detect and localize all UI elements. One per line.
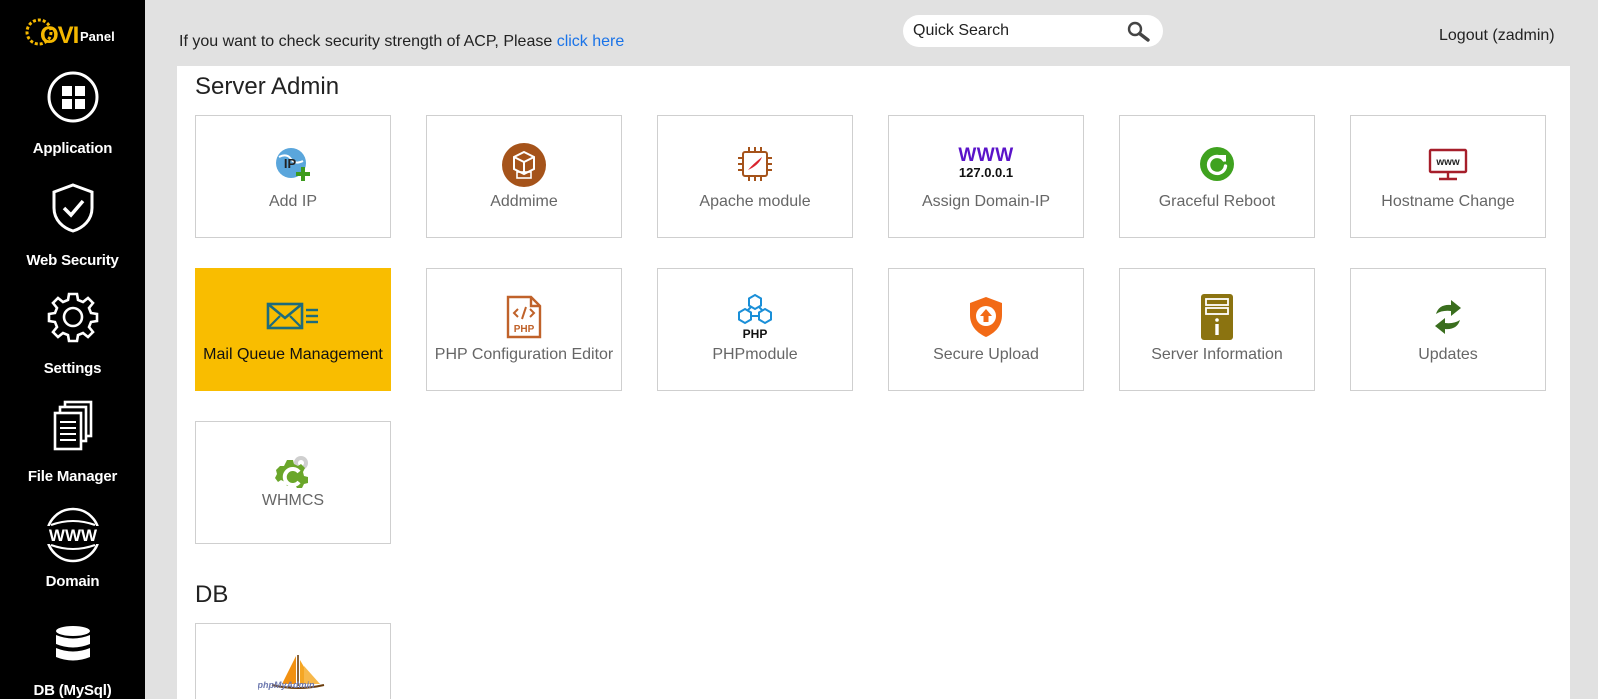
- section-title-db: DB: [195, 581, 229, 608]
- tile-updates[interactable]: Updates: [1350, 268, 1546, 391]
- tile-label: Hostname Change: [1381, 193, 1515, 210]
- svg-text:WWW: WWW: [48, 526, 97, 545]
- tile-label: Graceful Reboot: [1158, 193, 1276, 210]
- sidebar-item-label: Settings: [43, 360, 102, 377]
- tile-label: Server Information: [1151, 346, 1283, 363]
- tile-assign-domain-ip[interactable]: WWW 127.0.0.1 Assign Domain-IP: [888, 115, 1084, 238]
- shield-check-icon: [52, 183, 93, 233]
- tile-label: PHPmodule: [712, 346, 798, 363]
- logout-link[interactable]: Logout (zadmin): [1439, 27, 1555, 45]
- logo-subtext: Panel: [80, 29, 115, 44]
- sidebar-item-label: Application: [32, 140, 113, 157]
- sidebar-item-web-security[interactable]: Web Security: [0, 182, 145, 269]
- www-icon: WWW: [44, 507, 101, 563]
- sidebar-item-label: Web Security: [26, 252, 119, 269]
- tile-add-ip[interactable]: IP Add IP: [195, 115, 391, 238]
- tile-server-information[interactable]: Server Information: [1119, 268, 1315, 391]
- secure-upload-icon: [970, 297, 1002, 337]
- updates-icon: [1435, 300, 1461, 334]
- www-ip-icon-top: WWW: [958, 145, 1014, 166]
- grid-icon: [47, 71, 98, 123]
- logo-text: OVI: [40, 22, 79, 49]
- section-title-server-admin: Server Admin: [195, 73, 340, 100]
- tile-label: Assign Domain-IP: [921, 193, 1051, 210]
- monitor-www-icon-text: www: [1435, 157, 1460, 168]
- phpmyadmin-icon: phpMyAdmin: [258, 655, 325, 690]
- tile-hostname-change[interactable]: www Hostname Change: [1350, 115, 1546, 238]
- ip-add-icon: IP: [276, 148, 310, 181]
- php-file-icon: PHP: [506, 295, 542, 339]
- tile-apache-module[interactable]: Apache module: [657, 115, 853, 238]
- tile-label: WHMCS: [261, 492, 325, 509]
- search-icon[interactable]: [1127, 21, 1151, 43]
- tile-whmcs[interactable]: WHMCS: [195, 421, 391, 544]
- tile-label: Mail Queue Management: [203, 346, 383, 363]
- sidebar-item-application[interactable]: Application: [0, 70, 145, 157]
- tile-label: Addmime: [490, 193, 558, 210]
- www-ip-icon-bottom: 127.0.0.1: [958, 165, 1014, 180]
- database-icon: [55, 626, 90, 661]
- php-module-icon-text: PHP: [743, 327, 768, 341]
- addmime-icon: [502, 143, 546, 187]
- phpmyadmin-icon-text: phpMyAdmin: [258, 680, 315, 690]
- security-notice: If you want to check security strength o…: [179, 33, 624, 51]
- tile-label: Updates: [1418, 346, 1478, 363]
- tile-secure-upload[interactable]: Secure Upload: [888, 268, 1084, 391]
- php-module-icon: PHP: [738, 293, 772, 341]
- apache-module-icon: [738, 147, 772, 181]
- tile-php-configuration-editor[interactable]: PHP PHP Configuration Editor: [426, 268, 622, 391]
- php-file-icon-text: PHP: [514, 324, 535, 335]
- mail-queue-icon: [266, 302, 318, 330]
- tile-label: Secure Upload: [933, 346, 1039, 363]
- whmcs-icon: [275, 456, 308, 488]
- security-notice-text: If you want to check security strength o…: [179, 33, 557, 50]
- server-info-icon: [1201, 294, 1233, 340]
- sidebar-item-domain[interactable]: WWW Domain: [0, 507, 145, 590]
- sidebar: OVI Panel Application Web Security Setti…: [0, 0, 145, 699]
- tile-phpmodule[interactable]: PHP PHPmodule: [657, 268, 853, 391]
- tile-graceful-reboot[interactable]: Graceful Reboot: [1119, 115, 1315, 238]
- sidebar-item-label: File Manager: [27, 468, 118, 485]
- sidebar-item-label: Domain: [45, 573, 100, 590]
- quick-search-input[interactable]: [913, 20, 1113, 42]
- gear-icon: [47, 292, 98, 343]
- sidebar-item-label: DB (MySql): [33, 682, 112, 699]
- documents-icon: [53, 400, 92, 451]
- tile-mail-queue-management[interactable]: Mail Queue Management: [195, 268, 391, 391]
- reboot-icon: [1200, 147, 1234, 181]
- tile-addmime[interactable]: Addmime: [426, 115, 622, 238]
- security-check-link[interactable]: click here: [557, 33, 625, 50]
- sidebar-item-db-mysql[interactable]: DB (MySql): [0, 624, 145, 699]
- sidebar-item-file-manager[interactable]: File Manager: [0, 400, 145, 485]
- quick-search: [903, 15, 1163, 47]
- tile-label: Add IP: [268, 193, 318, 210]
- tile-label: PHP Configuration Editor: [434, 346, 614, 363]
- tile-phpmyadmin[interactable]: phpMyAdmin: [195, 623, 391, 699]
- tile-label: Apache module: [699, 193, 811, 210]
- svg-text:IP: IP: [284, 156, 297, 171]
- monitor-www-icon: www: [1428, 148, 1468, 181]
- ovipanel-logo[interactable]: OVI Panel: [24, 12, 124, 52]
- sidebar-item-settings[interactable]: Settings: [0, 290, 145, 377]
